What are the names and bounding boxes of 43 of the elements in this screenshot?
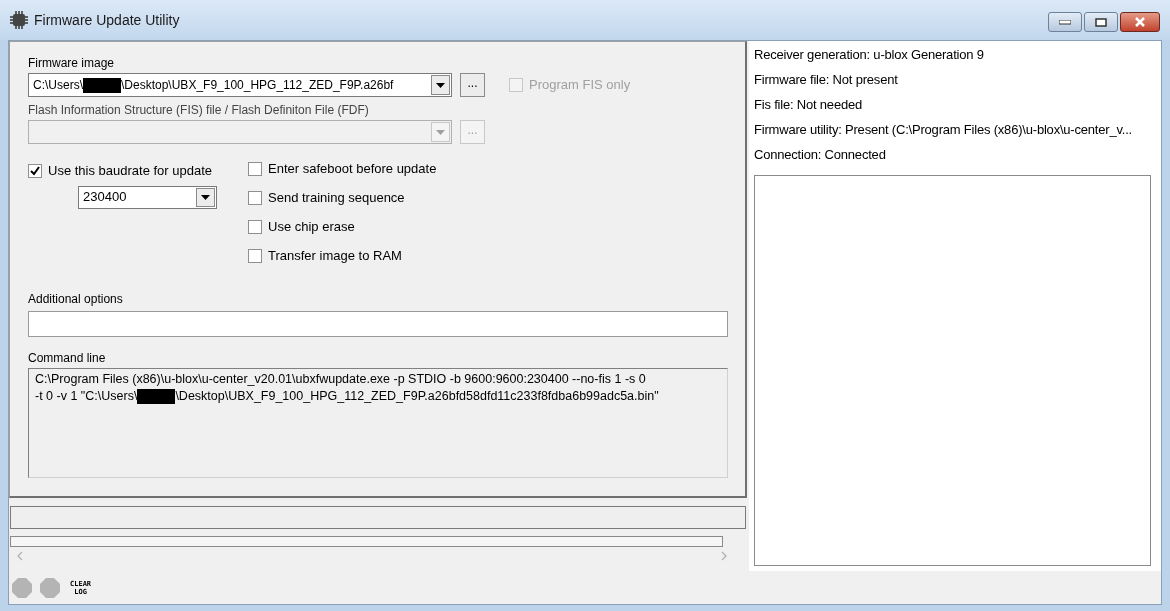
command-text: C:\Program Files (x86)\u-blox\u-center_v20.01\ubxfwupdate.exe -p STDIO -b 9600:9600:230400 --no-fis 1 -s 0 (35, 371, 646, 388)
browse-button[interactable]: ... (460, 73, 485, 97)
firmware-image-dropdown[interactable]: C:\Users\ \Desktop\UBX_F9_100_HPG_112_ZED_F9P.a26bf (28, 73, 452, 97)
field-label: Additional options (28, 291, 124, 306)
checkbox-label: Use chip erase (268, 217, 355, 236)
command-text: -t 0 -v 1 "C:\Users\ (35, 388, 138, 405)
checkbox-label: Program FIS only (529, 76, 631, 95)
checkbox-label: Transfer image to RAM (268, 246, 402, 265)
baudrate-dropdown[interactable]: 230400 (78, 185, 217, 209)
checkbox[interactable] (28, 163, 42, 178)
status-text: Firmware utility: Present (C:\Program Files (x86)\u-blox\u-center_v... (754, 121, 1134, 138)
checkbox-label: Send training sequence (268, 188, 405, 207)
status-text: Receiver generation: u-blox Generation 9 (754, 46, 985, 63)
octagon-icon[interactable] (12, 577, 32, 598)
field-label: Firmware image (28, 55, 115, 70)
checkbox[interactable] (248, 219, 262, 234)
checkbox[interactable] (248, 190, 262, 205)
maximize-button[interactable] (1084, 12, 1118, 32)
window-title: Firmware Update Utility (34, 10, 180, 30)
checkbox-label: Use this baudrate for update (48, 162, 213, 180)
path-text: C:\Users\ (33, 77, 83, 94)
checkbox-label: Enter safeboot before update (268, 159, 437, 178)
close-icon (1134, 17, 1146, 27)
scroll-right-icon[interactable] (721, 551, 727, 561)
redaction-bar (83, 77, 121, 93)
close-button[interactable] (1120, 12, 1160, 32)
status-text: Connection: Connected (754, 146, 887, 163)
field-label: Command line (28, 350, 107, 365)
checkbox[interactable] (248, 161, 262, 176)
chip-icon (10, 11, 28, 29)
path-text: \Desktop\UBX_F9_100_HPG_112_ZED_F9P.a26bf (121, 77, 394, 94)
status-text: Fis file: Not needed (754, 96, 863, 113)
minimize-icon (1059, 19, 1071, 25)
scroll-left-icon[interactable] (17, 551, 23, 561)
command-text: \Desktop\UBX_F9_100_HPG_112_ZED_F9P.a26bfd58dfd11c233f8fdba6b99adc5a.bin" (175, 388, 659, 405)
minimize-button[interactable] (1048, 12, 1082, 32)
status-text: Firmware file: Not present (754, 71, 899, 88)
field-label: Flash Information Structure (FIS) file / Flash Definiton File (FDF) (28, 102, 370, 117)
input-field[interactable] (28, 311, 728, 337)
octagon-icon[interactable] (40, 577, 60, 598)
checkbox[interactable] (248, 248, 262, 263)
redaction-bar (137, 389, 176, 404)
maximize-icon (1095, 17, 1107, 27)
